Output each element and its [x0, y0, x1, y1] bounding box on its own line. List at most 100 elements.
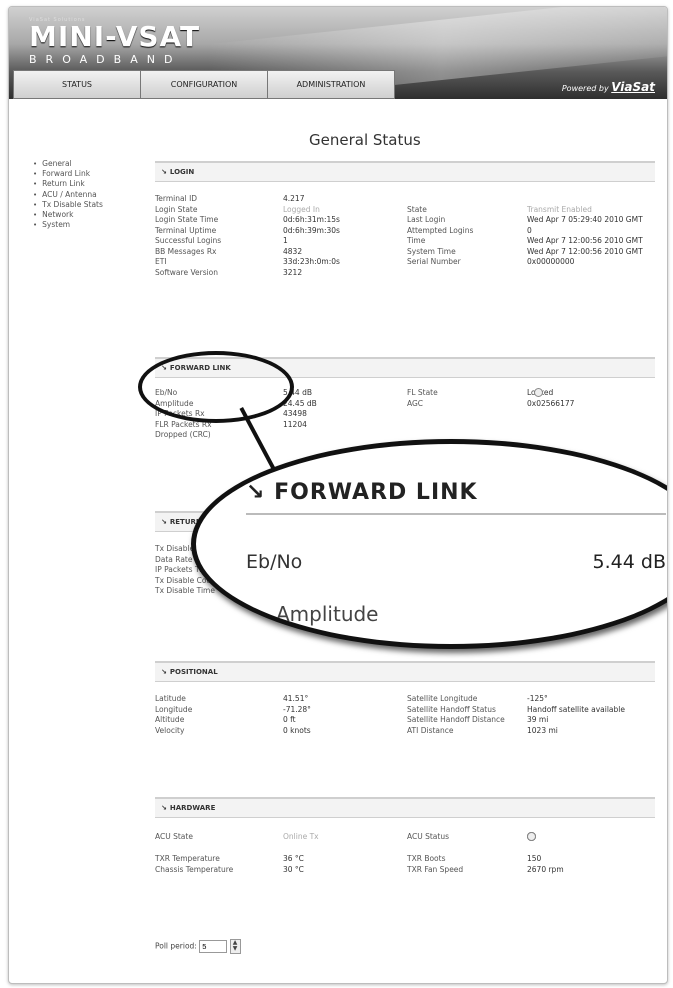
field-label: Successful Logins [155, 236, 222, 245]
field-value: 30 °C [283, 864, 304, 874]
field-value: Logged In [283, 204, 320, 214]
expand-arrow-icon[interactable]: ↘ [161, 518, 167, 526]
table-row: Velocity 0 knots ATI Distance 1023 mi [155, 726, 655, 737]
field-label: AGC [407, 398, 424, 408]
field-label: Chassis Temperature [155, 864, 234, 874]
hardware-section-heading: ↘ HARDWARE [155, 797, 655, 818]
expand-arrow-icon[interactable]: ↘ [161, 804, 167, 812]
field-value: 0x02566177 [527, 398, 575, 408]
field-label: Attempted Logins [407, 225, 474, 235]
table-row: Software Version 3212 [155, 268, 655, 279]
magnifier-content: ↘ FORWARD LINK Eb/No 5.44 dB [246, 480, 666, 573]
powered-by-brand[interactable]: ViaSat [611, 80, 655, 94]
table-row: Terminal ID 4.217 [155, 194, 655, 205]
brand-subtitle: BROADBAND [29, 53, 182, 66]
field-label: Software Version [155, 267, 219, 277]
expand-arrow-icon[interactable]: ↘ [161, 668, 167, 676]
table-row: Longitude -71.28° Satellite Handoff Status… [155, 705, 655, 716]
field-label: Terminal Uptime [155, 225, 217, 235]
field-value: Locked [527, 388, 553, 397]
expand-arrow-icon[interactable]: ↘ [161, 168, 167, 176]
field-value: Wed Apr 7 12:00:56 2010 GMT [527, 246, 643, 256]
sidebar-item-return-link[interactable]: Return Link [33, 179, 103, 189]
field-value: 36 °C [283, 854, 304, 863]
app-window: ViaSat Solutions MINI-VSAT BROADBAND STA… [8, 6, 668, 984]
positional-section: ↘ POSITIONAL Latitude 41.51° Satellite Long… [155, 661, 655, 736]
poll-period-label: Poll period: [155, 941, 197, 951]
sidebar-item-general[interactable]: General [33, 159, 103, 169]
field-label: Data Rate [155, 554, 193, 564]
field-label: BB Messages Rx [155, 246, 217, 256]
powered-by-label: Powered by [561, 84, 609, 93]
table-row: Altitude 0 ft Satellite Handoff Distance 39… [155, 715, 655, 726]
table-row: Successful Logins 1 Time Wed Apr 7 12:00:56… [155, 236, 655, 247]
sidebar-nav: General Forward Link Return Link ACU / A… [33, 159, 103, 230]
table-row: Dropped (CRC) [155, 430, 655, 441]
tab-configuration[interactable]: CONFIGURATION [140, 70, 268, 99]
field-label: Time [407, 236, 426, 245]
magnified-cut-label: Amplitude [276, 602, 379, 626]
field-label: TXR Fan Speed [407, 864, 464, 874]
table-row: Login State Time 0d:6h:31m:15s Last Login W… [155, 215, 655, 226]
field-value: 0 knots [283, 725, 311, 735]
field-label: Terminal ID [155, 194, 198, 203]
field-label: Satellite Handoff Distance [407, 715, 505, 724]
login-section-heading: ↘ LOGIN [155, 161, 655, 182]
field-value: 33d:23h:0m:0s [283, 257, 340, 266]
sidebar-item-system[interactable]: System [33, 220, 103, 230]
table-row: ETI 33d:23h:0m:0s Serial Number 0x00000000 [155, 257, 655, 268]
field-label: Altitude [155, 715, 185, 724]
highlight-ellipse [138, 351, 294, 423]
field-label: ETI [155, 257, 167, 266]
table-row: BB Messages Rx 4832 System Time Wed Apr 7 1… [155, 247, 655, 258]
field-label: Login State Time [155, 215, 219, 224]
sidebar-item-tx-disable-stats[interactable]: Tx Disable Stats [33, 200, 103, 210]
field-label: Velocity [155, 725, 185, 735]
header-banner: ViaSat Solutions MINI-VSAT BROADBAND STA… [9, 7, 667, 99]
field-value: 43498 [283, 409, 307, 418]
main-tabs: STATUS CONFIGURATION ADMINISTRATION [13, 70, 395, 99]
sidebar-item-acu-antenna[interactable]: ACU / Antenna [33, 190, 103, 200]
field-label: TXR Boots [407, 854, 446, 863]
field-label: State [407, 204, 427, 214]
field-value: 0d:6h:31m:15s [283, 215, 340, 224]
field-label: Serial Number [407, 257, 461, 266]
sidebar-item-forward-link[interactable]: Forward Link [33, 169, 103, 179]
hardware-section: ↘ HARDWARE ACU State Online Tx ACU Status… [155, 797, 655, 875]
magnified-arrow-icon: ↘ [246, 480, 275, 505]
poll-period-control: Poll period: ▲▼ [155, 939, 241, 954]
field-value: -125° [527, 694, 548, 703]
field-value: Transmit Enabled [527, 204, 592, 214]
field-value: 41.51° [283, 694, 309, 703]
field-value: 4832 [283, 246, 303, 256]
hardware-heading-label: HARDWARE [169, 804, 216, 812]
tab-status[interactable]: STATUS [13, 70, 141, 99]
spinner-arrows-icon[interactable]: ▲ ▼ [229, 939, 241, 954]
field-label: ACU Status [407, 832, 450, 841]
positional-section-heading: ↘ POSITIONAL [155, 661, 655, 682]
positional-heading-label: POSITIONAL [169, 668, 218, 676]
field-label: Latitude [155, 694, 186, 703]
field-value: 1023 mi [527, 725, 558, 735]
brand-name: MINI-VSAT [29, 20, 201, 53]
field-label: TXR Temperature [155, 854, 220, 863]
login-section: ↘ LOGIN Terminal ID 4.217 Login State Logge… [155, 161, 655, 278]
field-label: Last Login [407, 215, 446, 224]
poll-period-input[interactable] [199, 940, 228, 953]
page-title: General Status [309, 131, 421, 149]
table-row: Login State Logged In State Transmit Enable… [155, 205, 655, 216]
tab-administration[interactable]: ADMINISTRATION [267, 70, 395, 99]
sidebar-item-network[interactable]: Network [33, 210, 103, 220]
field-value: 2670 rpm [527, 864, 564, 874]
field-label: FL State [407, 388, 438, 397]
table-row: Chassis Temperature 30 °C TXR Fan Speed 267… [155, 865, 655, 876]
table-row: Latitude 41.51° Satellite Longitude -125° [155, 694, 655, 705]
field-label: Dropped (CRC) [155, 430, 211, 439]
field-value: 39 mi [527, 715, 549, 724]
field-value: 3212 [283, 267, 303, 277]
field-label: Longitude [155, 704, 193, 714]
field-label: Login State [155, 204, 198, 214]
field-label: System Time [407, 246, 456, 256]
table-row: ACU State Online Tx ACU Status [155, 832, 655, 854]
field-label: Tx Disable [155, 544, 195, 553]
